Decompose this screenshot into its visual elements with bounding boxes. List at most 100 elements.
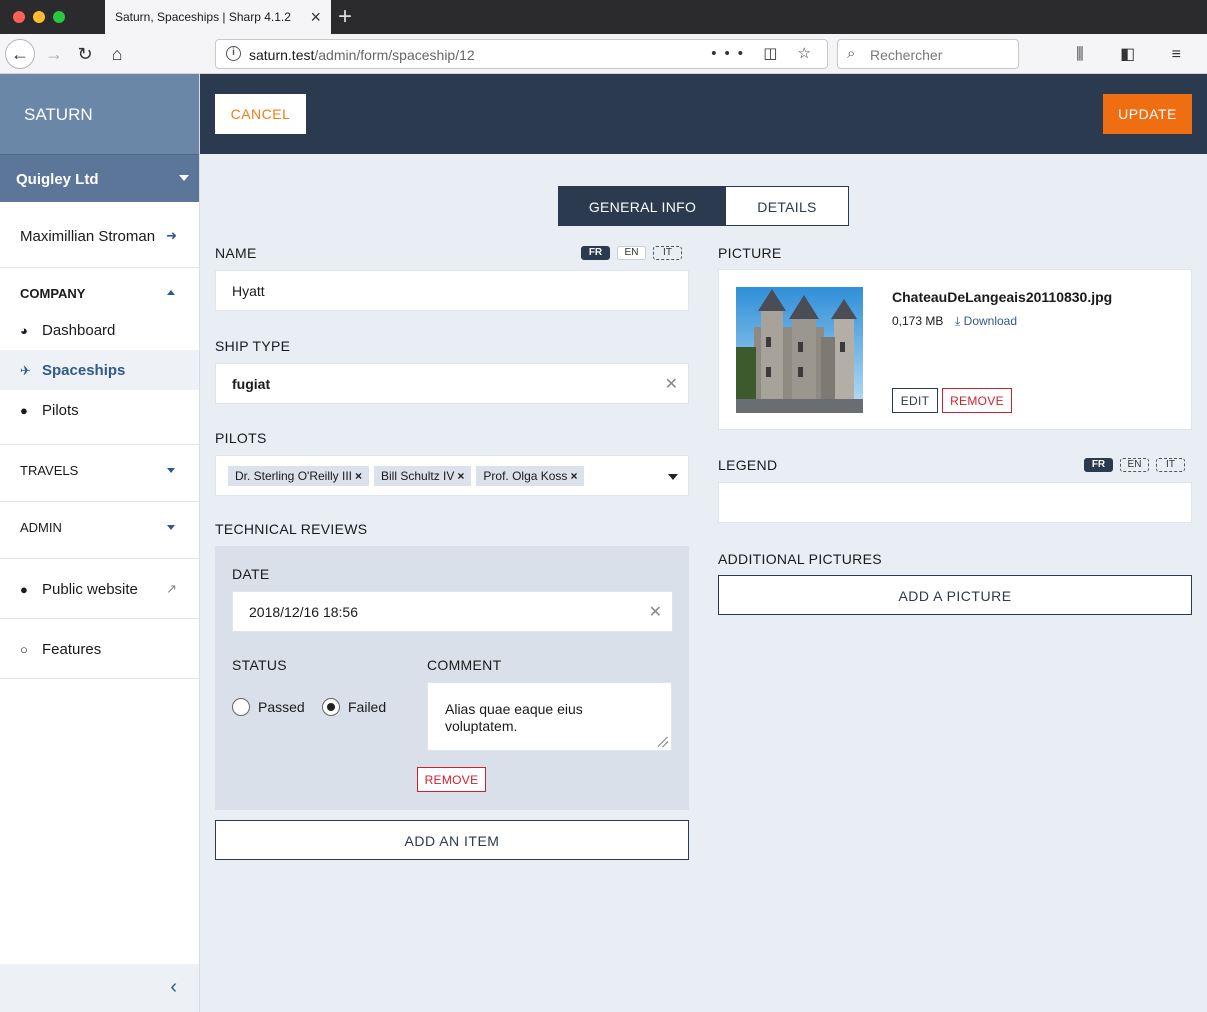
- edit-picture-button[interactable]: EDIT: [892, 388, 938, 413]
- legend-locale-switcher: FR EN IT: [1084, 458, 1185, 472]
- sidebar-item-label: Dashboard: [42, 322, 116, 339]
- sidebar-item-dashboard[interactable]: ◕ Dashboard: [0, 310, 199, 350]
- minimize-window-button[interactable]: [33, 11, 45, 23]
- comment-textarea[interactable]: Alias quae eaque eius voluptatem.: [427, 682, 672, 751]
- cancel-button[interactable]: CANCEL: [215, 94, 306, 134]
- reload-icon[interactable]: ↻: [71, 40, 99, 68]
- url-bar[interactable]: i saturn.test/admin/form/spaceship/12 ••…: [215, 39, 828, 69]
- spaceship-icon: ✈: [20, 363, 31, 378]
- user-icon: ●: [20, 403, 28, 418]
- chevron-left-icon: ‹: [170, 976, 177, 998]
- url-path: /admin/form/spaceship/12: [314, 47, 475, 63]
- download-label: Download: [963, 314, 1018, 328]
- site-info-icon[interactable]: i: [226, 46, 241, 61]
- legend-field[interactable]: [718, 482, 1192, 523]
- name-locale-switcher: FR EN IT: [581, 246, 682, 260]
- sidebar-item-label: Pilots: [42, 402, 79, 419]
- name-field[interactable]: Hyatt: [215, 270, 689, 311]
- caret-down-icon[interactable]: [668, 474, 678, 480]
- home-icon[interactable]: ⌂: [103, 40, 131, 68]
- additional-pictures-label: ADDITIONAL PICTURES: [718, 551, 882, 567]
- locale-fr[interactable]: FR: [1084, 458, 1113, 472]
- sidebar-item-label: Public website: [42, 581, 138, 598]
- url-host: saturn.test: [249, 47, 315, 63]
- logout-icon[interactable]: ➜: [166, 228, 177, 244]
- sidebar-item-pilots[interactable]: ● Pilots: [0, 390, 199, 430]
- locale-it[interactable]: IT: [1156, 458, 1185, 472]
- pilot-tag-label: Prof. Olga Koss: [483, 469, 568, 483]
- caret-down-icon: [179, 175, 189, 181]
- forward-arrow-icon[interactable]: →: [40, 40, 68, 68]
- pilots-label: PILOTS: [215, 430, 267, 446]
- search-input[interactable]: ⌕ Rechercher: [837, 39, 1019, 69]
- status-label: STATUS: [232, 657, 287, 673]
- clear-icon[interactable]: ✕: [665, 374, 678, 394]
- browser-toolbar-icons[interactable]: ⫼ ◧ ≡: [1076, 44, 1197, 64]
- account-name: Quigley Ltd: [16, 171, 99, 188]
- nav-group-admin-toggle[interactable]: ADMIN: [0, 502, 199, 558]
- globe-icon: ●: [20, 582, 28, 597]
- technical-reviews-label: TECHNICAL REVIEWS: [215, 521, 368, 537]
- ship-type-label: SHIP TYPE: [215, 338, 291, 354]
- tab-general-info[interactable]: GENERAL INFO: [559, 187, 726, 225]
- resize-handle-icon[interactable]: [658, 737, 668, 747]
- sidebar-item-public-website[interactable]: ● Public website ↗: [0, 559, 199, 619]
- close-tab-icon[interactable]: ×: [310, 7, 321, 28]
- sidebar-item-features[interactable]: ○ Features: [0, 619, 199, 679]
- ship-type-select[interactable]: fugiat ✕: [215, 363, 689, 404]
- nav-group-travels-toggle[interactable]: TRAVELS: [0, 445, 199, 501]
- nav-group-company: COMPANY ◕ Dashboard ✈ Spaceships ● Pilots: [0, 268, 199, 445]
- clear-icon[interactable]: ✕: [649, 602, 662, 622]
- status-option-label: Passed: [258, 699, 305, 715]
- file-size: 0,173 MB: [892, 314, 944, 328]
- comment-label: COMMENT: [427, 657, 502, 673]
- new-tab-icon[interactable]: +: [338, 3, 352, 31]
- pilot-tag: Prof. Olga Koss ×: [476, 466, 585, 486]
- current-user: Maximillian Stroman ➜: [0, 202, 199, 268]
- nav-group-admin: ADMIN: [0, 502, 199, 559]
- close-window-button[interactable]: [13, 11, 25, 23]
- comment-value: Alias quae eaque eius voluptatem.: [445, 701, 583, 734]
- maximize-window-button[interactable]: [53, 11, 65, 23]
- status-option-passed[interactable]: Passed: [232, 698, 305, 716]
- locale-en[interactable]: EN: [617, 246, 646, 260]
- tab-details[interactable]: DETAILS: [726, 187, 848, 225]
- caret-down-icon: [167, 468, 175, 473]
- pilot-tag-label: Dr. Sterling O'Reilly III: [235, 469, 352, 483]
- locale-en[interactable]: EN: [1120, 458, 1149, 472]
- pilots-select[interactable]: Dr. Sterling O'Reilly III × Bill Schultz I…: [215, 455, 689, 496]
- add-picture-button[interactable]: ADD A PICTURE: [718, 575, 1192, 615]
- nav-group-label: COMPANY: [20, 286, 86, 301]
- search-placeholder: Rechercher: [870, 47, 943, 63]
- collapse-sidebar-button[interactable]: ‹: [0, 964, 199, 1012]
- remove-picture-button[interactable]: REMOVE: [942, 388, 1012, 413]
- download-link[interactable]: ⤓ Download: [955, 314, 1017, 329]
- remove-item-button[interactable]: REMOVE: [417, 767, 486, 792]
- browser-tab-title: Saturn, Spaceships | Sharp 4.1.2: [115, 10, 291, 24]
- locale-fr[interactable]: FR: [581, 246, 610, 260]
- nav-group-label: ADMIN: [20, 520, 62, 535]
- browser-nav-bar: ← → ↻ ⌂ i saturn.test/admin/form/spacesh…: [0, 34, 1207, 74]
- download-icon: ⤓: [955, 314, 961, 328]
- account-selector[interactable]: Quigley Ltd: [0, 154, 199, 202]
- page-actions-icons[interactable]: ••• ◫ ☆: [711, 44, 819, 62]
- external-link-icon: ↗: [166, 581, 177, 596]
- sidebar: SATURN Quigley Ltd Maximillian Stroman ➜…: [0, 74, 200, 1012]
- remove-tag-icon[interactable]: ×: [570, 469, 577, 483]
- locale-it[interactable]: IT: [653, 246, 682, 260]
- back-arrow-icon[interactable]: ←: [5, 39, 35, 69]
- remove-tag-icon[interactable]: ×: [457, 469, 464, 483]
- radio-button-checked[interactable]: [322, 698, 340, 716]
- ship-type-value: fugiat: [232, 376, 271, 392]
- picture-upload: ChateauDeLangeais20110830.jpg 0,173 MB ⤓…: [718, 269, 1192, 430]
- status-option-label: Failed: [348, 699, 387, 715]
- date-field[interactable]: 2018/12/16 18:56 ✕: [232, 591, 673, 632]
- radio-button[interactable]: [232, 698, 250, 716]
- add-item-button[interactable]: ADD AN ITEM: [215, 820, 689, 860]
- sidebar-item-spaceships[interactable]: ✈ Spaceships: [0, 350, 199, 390]
- update-button[interactable]: UPDATE: [1103, 94, 1192, 134]
- browser-tab[interactable]: Saturn, Spaceships | Sharp 4.1.2 ×: [105, 0, 331, 34]
- caret-up-icon: [167, 290, 175, 295]
- status-option-failed[interactable]: Failed: [322, 698, 386, 716]
- remove-tag-icon[interactable]: ×: [355, 469, 362, 483]
